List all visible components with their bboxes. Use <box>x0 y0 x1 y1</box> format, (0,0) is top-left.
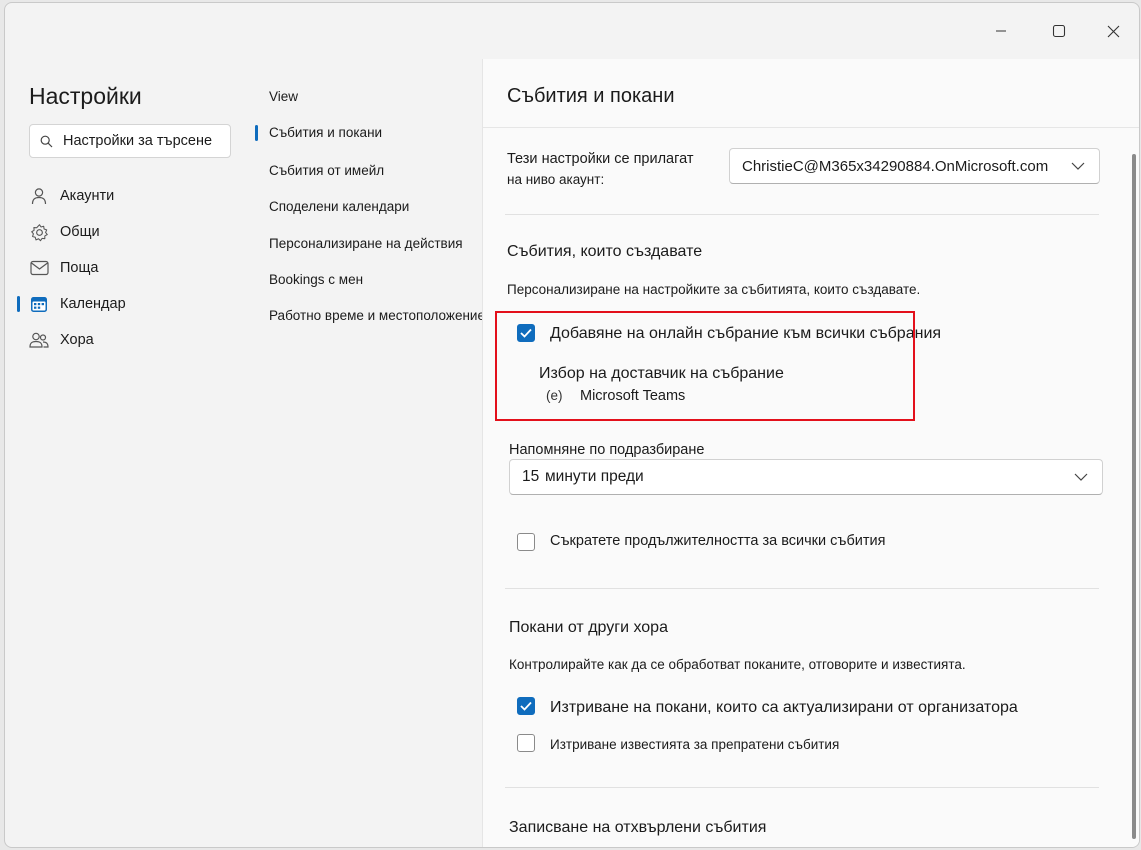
divider <box>483 127 1139 128</box>
sidebar-item-label: Поща <box>60 260 99 276</box>
default-reminder-dropdown[interactable]: 15 минути преди <box>509 459 1103 495</box>
sidebar-item-general[interactable]: Общи <box>5 215 245 249</box>
subnav-item-events-invitations[interactable]: Събития и покани <box>269 125 382 140</box>
reminder-number: 15 <box>522 468 540 485</box>
subnav-item-view[interactable]: View <box>269 89 298 104</box>
minimize-button[interactable] <box>979 15 1023 47</box>
account-dropdown[interactable]: ChristieC@M365x34290884.OnMicrosoft.com <box>729 148 1100 184</box>
shorten-duration-checkbox[interactable] <box>517 533 535 551</box>
settings-window: Настройки Настройки за търсене Акаунти О… <box>4 2 1140 848</box>
search-input[interactable]: Настройки за търсене <box>63 133 212 149</box>
settings-search-box[interactable]: Настройки за търсене <box>29 124 231 158</box>
minimize-icon <box>996 30 1006 32</box>
title-bar <box>5 3 1139 59</box>
page-title: Събития и покани <box>507 85 675 107</box>
settings-sidebar: Настройки Настройки за търсене Акаунти О… <box>5 59 255 847</box>
section-heading-invitations: Покани от други хора <box>509 619 668 636</box>
subnav-item-bookings[interactable]: Bookings с мен <box>269 272 363 287</box>
settings-title: Настройки <box>29 83 142 109</box>
subnav-item-events-from-email[interactable]: Събития от имейл <box>269 163 384 178</box>
calendar-subnav: View Събития и покани Събития от имейл С… <box>255 59 485 847</box>
maximize-icon <box>1052 24 1066 38</box>
person-icon <box>29 186 49 206</box>
sidebar-item-people[interactable]: Хора <box>5 323 245 357</box>
selection-indicator <box>255 125 258 141</box>
close-button[interactable] <box>1091 15 1135 47</box>
scrollbar[interactable] <box>1132 154 1136 839</box>
shorten-duration-label: Съкратете продължителността за всички съ… <box>550 533 886 549</box>
divider <box>505 214 1099 215</box>
close-icon <box>1107 25 1119 37</box>
section-description: Персонализиране на настройките за събити… <box>507 282 921 297</box>
highlight-box <box>495 311 915 421</box>
subnav-item-shared-calendars[interactable]: Споделени календари <box>269 199 409 214</box>
settings-content: Събития и покани Тези настройки се прила… <box>482 59 1139 847</box>
section-description: Контролирайте как да се обработват покан… <box>509 657 966 672</box>
reminder-value: минути преди <box>545 468 644 485</box>
sidebar-item-label: Общи <box>60 224 100 240</box>
calendar-icon <box>29 294 49 314</box>
account-value: ChristieC@M365x34290884.OnMicrosoft.com <box>742 157 1049 175</box>
delete-updated-invitations-label: Изтриване на покани, които са актуализир… <box>550 699 1018 716</box>
section-heading-events-you-create: Събития, които създавате <box>507 243 703 260</box>
delete-updated-invitations-checkbox[interactable] <box>517 697 535 715</box>
delete-forwarded-notifications-label: Изтриване известията за препратени събит… <box>550 737 840 752</box>
sidebar-item-label: Хора <box>60 332 94 348</box>
gear-icon <box>29 222 49 242</box>
selection-indicator <box>17 296 20 312</box>
sidebar-item-mail[interactable]: Поща <box>5 251 245 285</box>
default-reminder-label: Напомняне по подразбиране <box>509 442 705 458</box>
account-scope-label: Тези настройки се прилагат <box>507 151 694 167</box>
sidebar-item-label: Акаунти <box>60 188 115 204</box>
subnav-item-working-hours[interactable]: Работно време и местоположение <box>269 308 485 323</box>
sidebar-item-accounts[interactable]: Акаунти <box>5 179 245 213</box>
divider <box>505 588 1099 589</box>
maximize-button[interactable] <box>1037 15 1081 47</box>
checkmark-icon <box>520 701 532 711</box>
chevron-down-icon <box>1071 162 1085 170</box>
sidebar-item-label: Календар <box>60 296 126 312</box>
sidebar-item-calendar[interactable]: Календар <box>5 287 245 321</box>
delete-forwarded-notifications-checkbox[interactable] <box>517 734 535 752</box>
account-scope-sublabel: на ниво акаунт: <box>507 172 605 187</box>
people-icon <box>29 330 49 350</box>
chevron-down-icon <box>1074 473 1088 481</box>
divider <box>505 787 1099 788</box>
search-icon <box>40 135 53 148</box>
mail-icon <box>29 258 49 278</box>
subnav-item-customize-actions[interactable]: Персонализиране на действия <box>269 236 463 251</box>
section-heading-declined-events: Записване на отхвърлени събития <box>509 819 767 836</box>
